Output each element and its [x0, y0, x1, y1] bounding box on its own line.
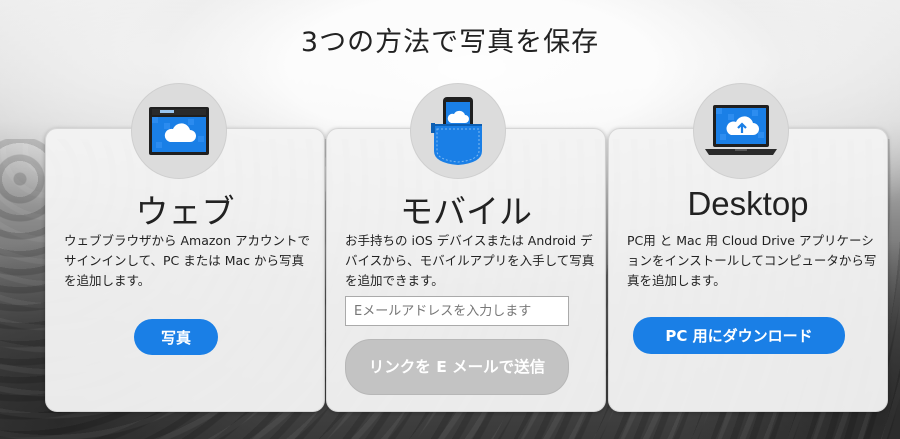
web-card-title: ウェブ [135, 192, 235, 231]
photos-button[interactable]: 写真 [134, 319, 218, 355]
phone-pocket-icon [410, 83, 506, 179]
mobile-card-title: モバイル [400, 192, 532, 231]
email-field[interactable] [345, 296, 569, 326]
laptop-upload-icon [693, 83, 789, 179]
desktop-card-description: PC用 と Mac 用 Cloud Drive アプリケーションをインストールし… [627, 233, 877, 288]
mobile-card-description: お手持ちの iOS デバイスまたは Android デバイスから、モバイルアプリ… [345, 233, 595, 288]
download-pc-button[interactable]: PC 用にダウンロード [633, 317, 845, 354]
desktop-card-title: Desktop [687, 185, 809, 222]
page-title: 3つの方法で写真を保存 [300, 27, 600, 58]
web-card-description: ウェブブラウザから Amazon アカウントでサインインして、PC または Ma… [64, 233, 310, 288]
browser-cloud-icon [131, 83, 227, 179]
send-link-button[interactable]: リンクを E メールで送信 [345, 339, 569, 395]
